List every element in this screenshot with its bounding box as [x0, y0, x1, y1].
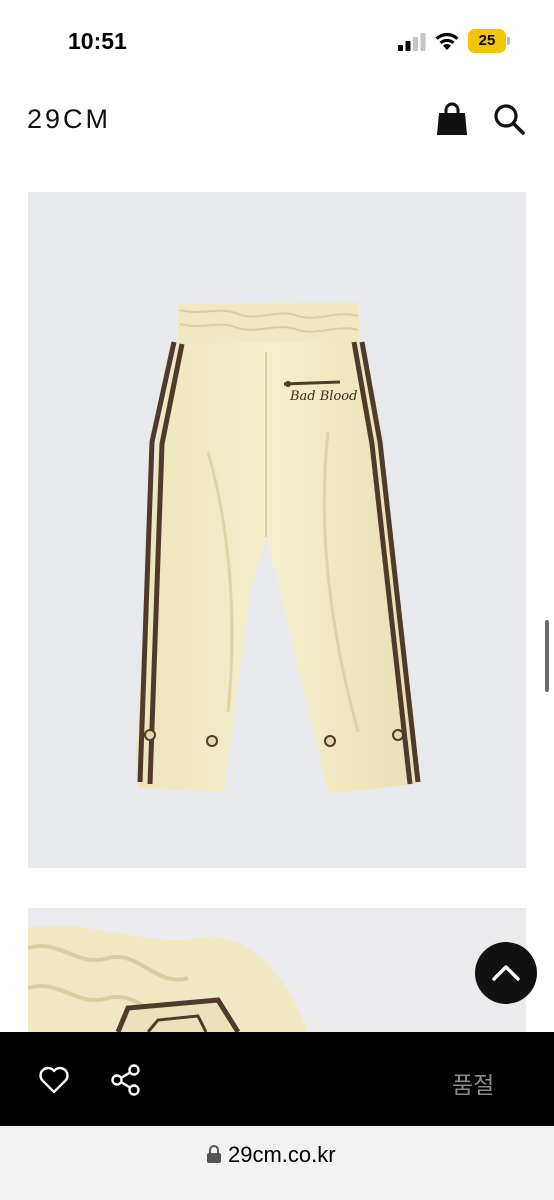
sold-out-label: 품절	[452, 1073, 495, 1099]
search-icon[interactable]	[492, 102, 526, 136]
browser-url-bar[interactable]: 29cm.co.kr	[0, 1126, 554, 1200]
status-bar: 10:51 25	[0, 0, 554, 84]
share-icon[interactable]	[110, 1064, 142, 1096]
url-text[interactable]: 29cm.co.kr	[228, 1142, 336, 1168]
battery-icon: 25	[468, 29, 510, 53]
scroll-top-button[interactable]	[475, 942, 537, 1004]
scroll-indicator[interactable]	[545, 620, 549, 692]
bottom-action-bar: 품절	[0, 1032, 554, 1126]
lock-icon	[207, 1145, 221, 1163]
shopping-bag-icon[interactable]	[436, 102, 468, 136]
cellular-signal-icon	[398, 33, 426, 51]
site-header: 29CM	[0, 90, 554, 152]
battery-level: 25	[478, 32, 496, 49]
wifi-icon	[435, 32, 459, 50]
site-logo[interactable]: 29CM	[27, 104, 111, 135]
product-image-detail[interactable]	[28, 908, 526, 1032]
status-time: 10:51	[68, 28, 127, 54]
battery-cap	[507, 37, 510, 45]
chevron-up-icon	[492, 965, 520, 981]
product-image-main[interactable]: Bad Blood	[28, 192, 526, 868]
pants-back-illustration: Bad Blood	[136, 302, 421, 794]
product-detail-page: 10:51 25 29CM Bad Blood 품절 29cm.co.kr	[0, 0, 554, 1200]
embroidered-print: Bad Blood	[289, 389, 357, 404]
heart-icon[interactable]	[38, 1066, 70, 1094]
waistband-closeup-illustration	[28, 925, 308, 1032]
